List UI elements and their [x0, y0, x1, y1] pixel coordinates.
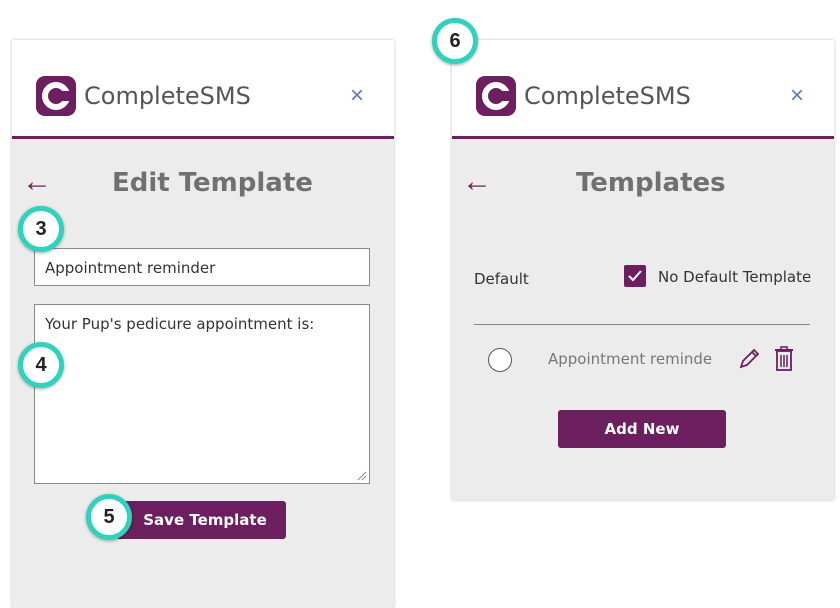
step-4-badge: 4 — [18, 342, 64, 388]
template-name-value: Appointment reminder — [45, 259, 216, 277]
template-item-name[interactable]: Appointment reminde — [548, 350, 716, 368]
divider — [474, 324, 810, 325]
page-title: Edit Template — [112, 168, 313, 198]
template-body-textarea[interactable]: Your Pup's pedicure appointment is: — [34, 304, 370, 484]
templates-panel: CompleteSMS × ← Templates Default No Def… — [452, 40, 834, 500]
close-icon[interactable]: × — [790, 82, 804, 110]
brand-name: CompleteSMS — [524, 82, 691, 110]
step-3-badge: 3 — [18, 206, 64, 252]
checkmark-icon — [628, 270, 642, 282]
template-radio-button[interactable] — [488, 348, 512, 372]
default-label: Default — [474, 270, 529, 288]
template-list-item: Appointment reminde — [474, 340, 814, 384]
no-default-checkbox[interactable] — [624, 265, 646, 287]
completesms-logo-icon — [36, 76, 76, 116]
save-template-button[interactable]: Save Template — [116, 501, 286, 539]
resize-handle-icon[interactable] — [357, 471, 367, 481]
template-body-value: Your Pup's pedicure appointment is: — [45, 315, 315, 333]
completesms-logo-icon — [476, 76, 516, 116]
page-title: Templates — [576, 168, 726, 198]
add-new-button[interactable]: Add New — [558, 410, 726, 448]
template-name-input[interactable]: Appointment reminder — [34, 248, 370, 286]
brand-name: CompleteSMS — [84, 82, 251, 110]
panel-header: CompleteSMS × — [12, 40, 394, 139]
step-6-badge: 6 — [432, 18, 478, 64]
panel-header: CompleteSMS × — [452, 40, 834, 139]
edit-template-panel: CompleteSMS × ← Edit Template Appointmen… — [12, 40, 394, 608]
close-icon[interactable]: × — [350, 82, 364, 110]
back-arrow-icon[interactable]: ← — [462, 167, 492, 197]
back-arrow-icon[interactable]: ← — [22, 167, 52, 197]
trash-delete-icon[interactable] — [772, 345, 796, 373]
no-default-label: No Default Template — [658, 268, 812, 286]
pencil-edit-icon[interactable] — [736, 346, 762, 372]
step-5-badge: 5 — [86, 494, 132, 540]
